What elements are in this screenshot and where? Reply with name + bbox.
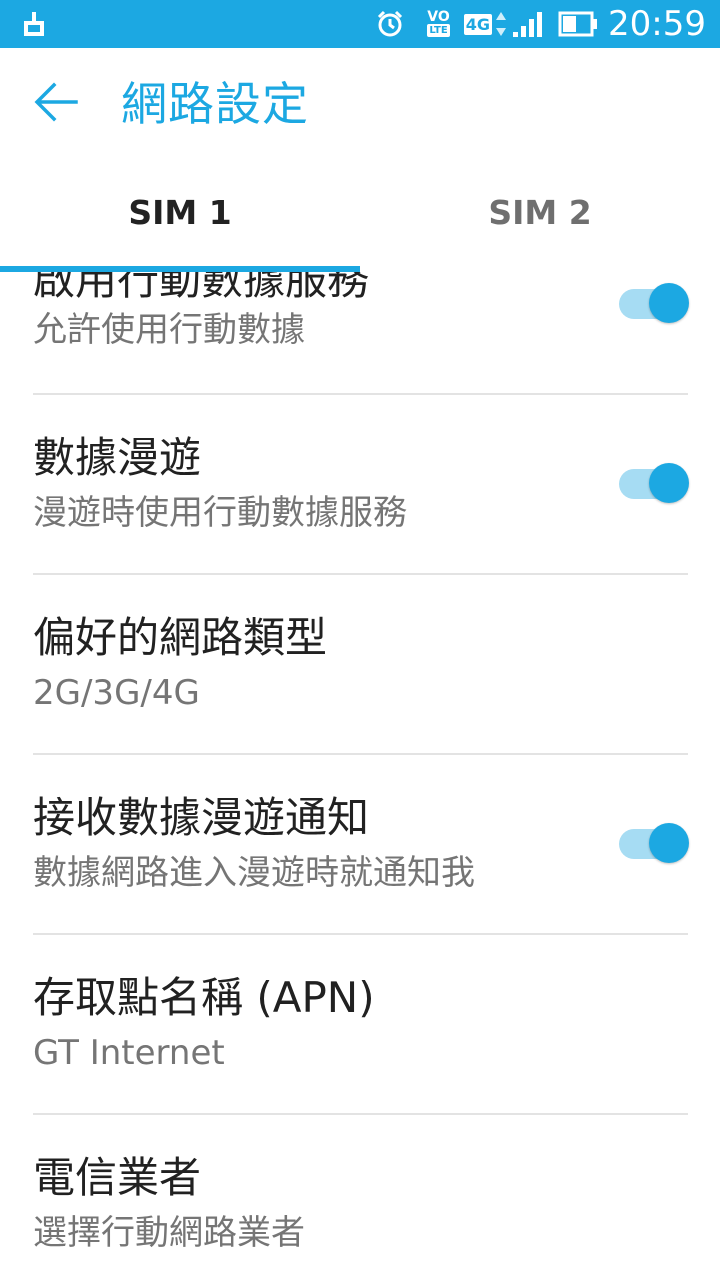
- setting-title: 數據漫遊: [33, 433, 202, 482]
- setting-title: 接收數據漫遊通知: [33, 793, 370, 842]
- volte-bottom-label: LTE: [427, 24, 450, 37]
- battery-icon: [558, 11, 598, 37]
- switch-thumb: [649, 283, 689, 323]
- setting-roaming-notification[interactable]: 接收數據漫遊通知 數據網路進入漫遊時就通知我: [0, 755, 720, 935]
- mobile-data-toggle[interactable]: [619, 283, 689, 323]
- setting-data-roaming[interactable]: 數據漫遊 漫遊時使用行動數據服務: [0, 395, 720, 575]
- arrow-left-icon: [34, 82, 78, 126]
- setting-title: 啟用行動數據服務: [33, 272, 370, 304]
- setting-preferred-network-type[interactable]: 偏好的網路類型 2G/3G/4G: [0, 575, 720, 755]
- settings-list: 啟用行動數據服務 允許使用行動數據 數據漫遊 漫遊時使用行動數據服務 偏好的網路…: [0, 272, 720, 1280]
- switch-thumb: [649, 823, 689, 863]
- switch-thumb: [649, 463, 689, 503]
- status-time: 20:59: [608, 4, 706, 44]
- sim-tabs: SIM 1 SIM 2: [0, 160, 720, 272]
- setting-subtitle: 數據網路進入漫遊時就通知我: [33, 853, 475, 893]
- setting-title: 電信業者: [33, 1153, 202, 1202]
- page-title: 網路設定: [121, 77, 309, 131]
- data-roaming-toggle[interactable]: [619, 463, 689, 503]
- setting-apn[interactable]: 存取點名稱 (APN) GT Internet: [0, 935, 720, 1115]
- setting-subtitle: 漫遊時使用行動數據服務: [33, 493, 407, 533]
- alarm-icon: [375, 9, 405, 39]
- status-bar: VO LTE 4G 20:59: [0, 0, 720, 48]
- back-button[interactable]: [24, 72, 88, 136]
- network-type-badge: 4G: [463, 13, 493, 35]
- setting-subtitle: 允許使用行動數據: [33, 310, 305, 350]
- setting-title: 存取點名稱 (APN): [33, 973, 375, 1022]
- app-bar: 網路設定: [0, 48, 720, 160]
- setting-title: 偏好的網路類型: [33, 613, 328, 662]
- tab-sim-2[interactable]: SIM 2: [360, 160, 720, 272]
- setting-subtitle: 2G/3G/4G: [33, 673, 200, 713]
- volte-top-label: VO: [427, 9, 450, 25]
- roaming-notification-toggle[interactable]: [619, 823, 689, 863]
- notification-icon: [18, 8, 50, 40]
- setting-network-operators[interactable]: 電信業者 選擇行動網路業者: [0, 1115, 720, 1280]
- signal-icon: [512, 10, 543, 38]
- setting-subtitle: 選擇行動網路業者: [33, 1213, 305, 1253]
- volte-icon: VO LTE: [427, 9, 450, 37]
- 4g-icon: 4G: [463, 9, 508, 39]
- setting-mobile-data[interactable]: 啟用行動數據服務 允許使用行動數據: [0, 272, 720, 408]
- setting-subtitle: GT Internet: [33, 1033, 225, 1073]
- tab-sim-1[interactable]: SIM 1: [0, 160, 360, 272]
- status-icons: VO LTE 4G 20:59: [365, 0, 706, 48]
